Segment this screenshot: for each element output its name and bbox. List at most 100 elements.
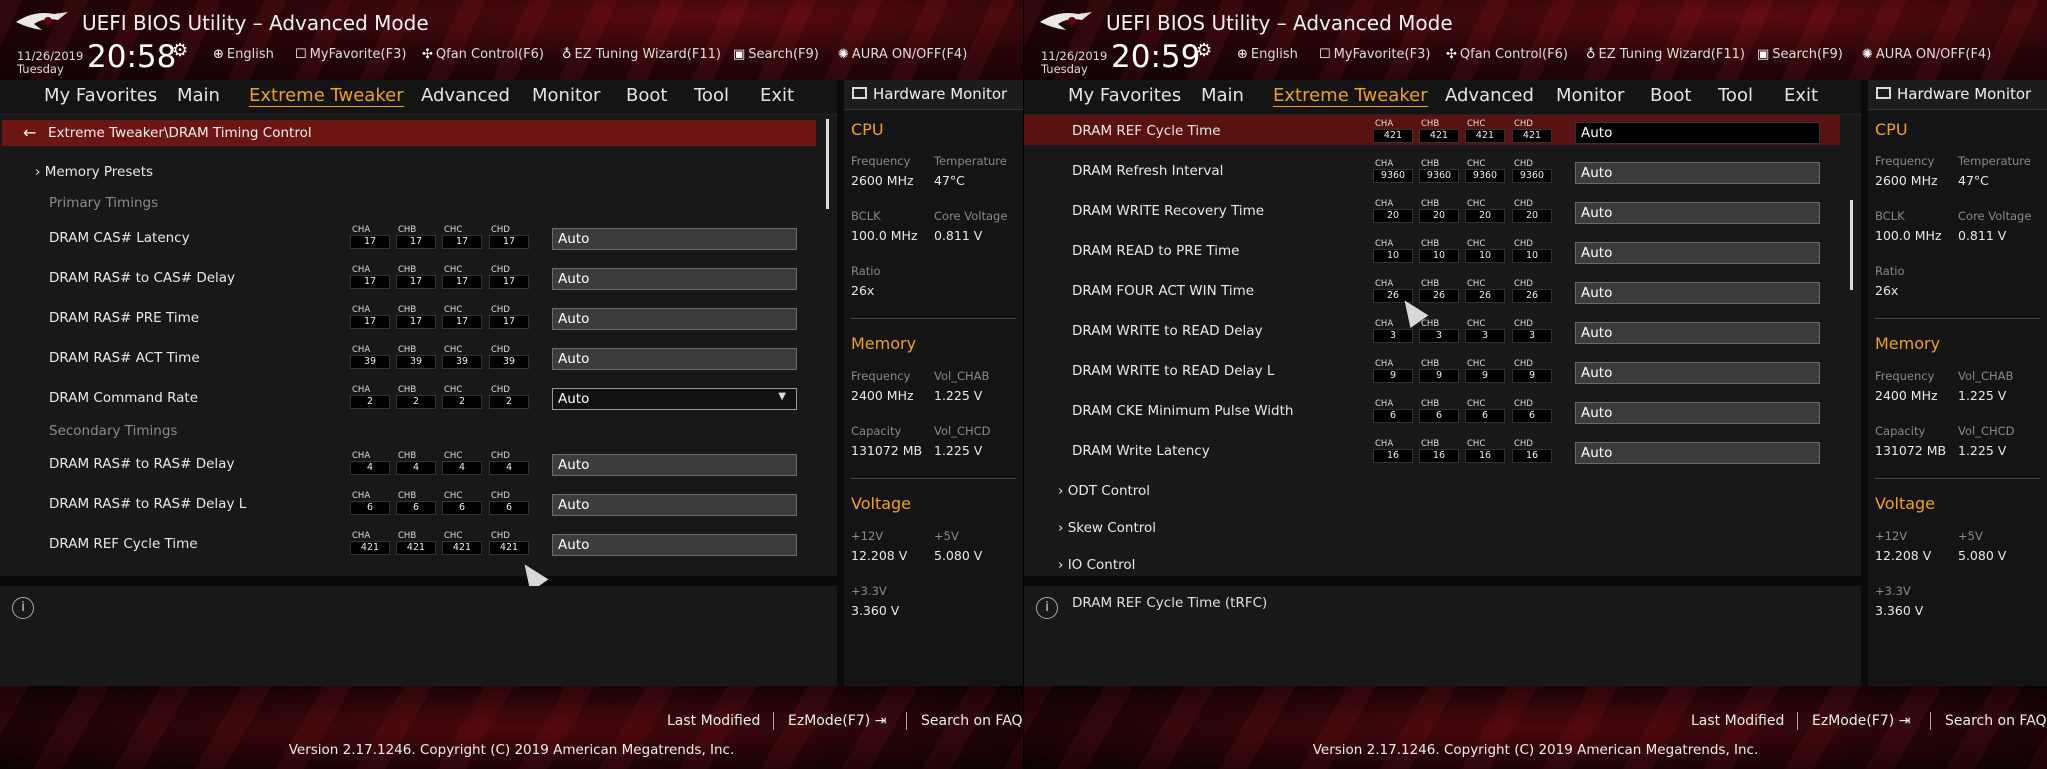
- search-faq-button[interactable]: Search on FAQ: [1945, 713, 2047, 729]
- vol-chab: 1.225 V: [934, 388, 983, 403]
- bclk-label: BCLK: [851, 209, 881, 223]
- core-voltage-label: Core Voltage: [934, 209, 1008, 223]
- search-faq-button[interactable]: Search on FAQ: [921, 713, 1023, 729]
- setting-field[interactable]: Auto: [1575, 442, 1820, 464]
- star-icon: ☐: [1319, 47, 1331, 62]
- tab-exit[interactable]: Exit: [760, 85, 794, 106]
- channel-chc: CHC 16: [1465, 439, 1507, 463]
- divider: [1930, 712, 1931, 730]
- tab-tool[interactable]: Tool: [1718, 85, 1753, 106]
- tab-extreme-tweaker[interactable]: Extreme Tweaker: [1273, 85, 1428, 107]
- language-button[interactable]: ⊕ English: [1237, 47, 1298, 62]
- setting-field[interactable]: Auto: [1575, 322, 1820, 344]
- setting-field[interactable]: Auto: [1575, 402, 1820, 424]
- setting-field[interactable]: Auto: [552, 228, 797, 250]
- back-arrow-icon[interactable]: ←: [23, 123, 36, 142]
- info-icon: i: [1036, 597, 1058, 619]
- tab-advanced[interactable]: Advanced: [1445, 85, 1534, 106]
- divider: [1875, 318, 2040, 319]
- qfan-button[interactable]: ✣ Qfan Control(F6): [422, 47, 544, 62]
- setting-field[interactable]: Auto: [552, 308, 797, 330]
- mem-frequency-label: Frequency: [1875, 369, 1935, 383]
- ezmode-button[interactable]: EzMode(F7) ⇥: [1812, 713, 1910, 729]
- dropdown-caret-icon: ▼: [778, 391, 786, 402]
- last-modified-button[interactable]: Last Modified: [1691, 713, 1784, 729]
- channel-chd: CHD 421: [489, 531, 531, 555]
- channel-chb: CHB 421: [1419, 119, 1461, 143]
- memory-presets-link[interactable]: › Memory Presets: [35, 164, 153, 180]
- io-control-link[interactable]: › IO Control: [1058, 557, 1135, 573]
- channel-cha: CHA 9360: [1373, 159, 1415, 183]
- channel-chc: CHC 6: [442, 491, 484, 515]
- myfavorite-button[interactable]: ☐ MyFavorite(F3): [295, 47, 406, 62]
- v33: 3.360 V: [851, 603, 900, 618]
- aura-icon: ✺: [838, 47, 849, 62]
- last-modified-button[interactable]: Last Modified: [667, 713, 760, 729]
- hardware-monitor: Hardware Monitor CPU Frequency 2600 MHz …: [844, 80, 1023, 686]
- chevron-right-icon: ›: [35, 164, 41, 180]
- scrollbar[interactable]: [1850, 200, 1853, 290]
- tab-my-favorites[interactable]: My Favorites: [44, 85, 157, 106]
- memory-heading: Memory: [851, 334, 917, 353]
- v12-label: +12V: [851, 529, 884, 543]
- ezmode-button[interactable]: EzMode(F7) ⇥: [788, 713, 886, 729]
- setting-field[interactable]: Auto: [552, 454, 797, 476]
- setting-field[interactable]: Auto: [1575, 282, 1820, 304]
- row-label: DRAM RAS# PRE Time: [49, 310, 200, 326]
- row-label: DRAM WRITE Recovery Time: [1072, 203, 1265, 219]
- memory-heading: Memory: [1875, 334, 1941, 353]
- cpu-frequency: 2600 MHz: [1875, 173, 1938, 188]
- command-rate-dropdown[interactable]: Auto ▼: [552, 388, 797, 410]
- ez-tuning-button[interactable]: ♁ EZ Tuning Wizard(F11): [1586, 47, 1745, 62]
- aura-button[interactable]: ✺ AURA ON/OFF(F4): [838, 47, 967, 62]
- channel-chd: CHD 20: [1512, 199, 1554, 223]
- channel-cha: CHA 10: [1373, 239, 1415, 263]
- tab-my-favorites[interactable]: My Favorites: [1068, 85, 1181, 106]
- setting-field[interactable]: Auto: [552, 348, 797, 370]
- tab-main[interactable]: Main: [1201, 85, 1244, 106]
- gear-icon[interactable]: ⚙: [172, 40, 188, 61]
- channel-cha: CHA 17: [350, 305, 392, 329]
- divider: [851, 478, 1016, 479]
- tab-advanced[interactable]: Advanced: [421, 85, 510, 106]
- channel-cha: CHA 2: [350, 385, 392, 409]
- qfan-button[interactable]: ✣ Qfan Control(F6): [1446, 47, 1568, 62]
- tab-main[interactable]: Main: [177, 85, 220, 106]
- row-label: DRAM FOUR ACT WIN Time: [1072, 283, 1255, 299]
- channel-cha: CHA 20: [1373, 199, 1415, 223]
- search-button[interactable]: ▣ Search(F9): [733, 47, 819, 62]
- tab-tool[interactable]: Tool: [694, 85, 729, 106]
- ez-tuning-button[interactable]: ♁ EZ Tuning Wizard(F11): [562, 47, 721, 62]
- channel-chd: CHD 17: [489, 305, 531, 329]
- channel-chc: CHC 3: [1465, 319, 1507, 343]
- channel-chc: CHC 9360: [1465, 159, 1507, 183]
- star-icon: ☐: [295, 47, 307, 62]
- setting-field[interactable]: Auto: [552, 268, 797, 290]
- setting-field[interactable]: Auto: [1575, 362, 1820, 384]
- tab-monitor[interactable]: Monitor: [1556, 85, 1624, 106]
- channel-cha: CHA 39: [350, 345, 392, 369]
- tab-monitor[interactable]: Monitor: [532, 85, 600, 106]
- tab-exit[interactable]: Exit: [1784, 85, 1818, 106]
- skew-control-link[interactable]: › Skew Control: [1058, 520, 1156, 536]
- gear-icon[interactable]: ⚙: [1196, 40, 1212, 61]
- tab-boot[interactable]: Boot: [626, 85, 667, 106]
- setting-field[interactable]: Auto: [552, 494, 797, 516]
- myfavorite-button[interactable]: ☐ MyFavorite(F3): [1319, 47, 1430, 62]
- setting-field[interactable]: Auto: [1575, 162, 1820, 184]
- tab-boot[interactable]: Boot: [1650, 85, 1691, 106]
- aura-button[interactable]: ✺ AURA ON/OFF(F4): [1862, 47, 1991, 62]
- language-button[interactable]: ⊕ English: [213, 47, 274, 62]
- nav-tabs: My Favorites Main Extreme Tweaker Advanc…: [1024, 80, 1861, 114]
- search-button[interactable]: ▣ Search(F9): [1757, 47, 1843, 62]
- vol-chab-label: Vol_CHAB: [934, 369, 990, 383]
- setting-field[interactable]: Auto: [1575, 202, 1820, 224]
- divider: [1797, 712, 1798, 730]
- setting-field[interactable]: Auto: [552, 534, 797, 556]
- setting-field[interactable]: Auto: [1575, 122, 1820, 144]
- scrollbar[interactable]: [826, 119, 829, 209]
- tab-extreme-tweaker[interactable]: Extreme Tweaker: [249, 85, 404, 107]
- row-label: DRAM RAS# to CAS# Delay: [49, 270, 236, 286]
- odt-control-link[interactable]: › ODT Control: [1058, 483, 1150, 499]
- setting-field[interactable]: Auto: [1575, 242, 1820, 264]
